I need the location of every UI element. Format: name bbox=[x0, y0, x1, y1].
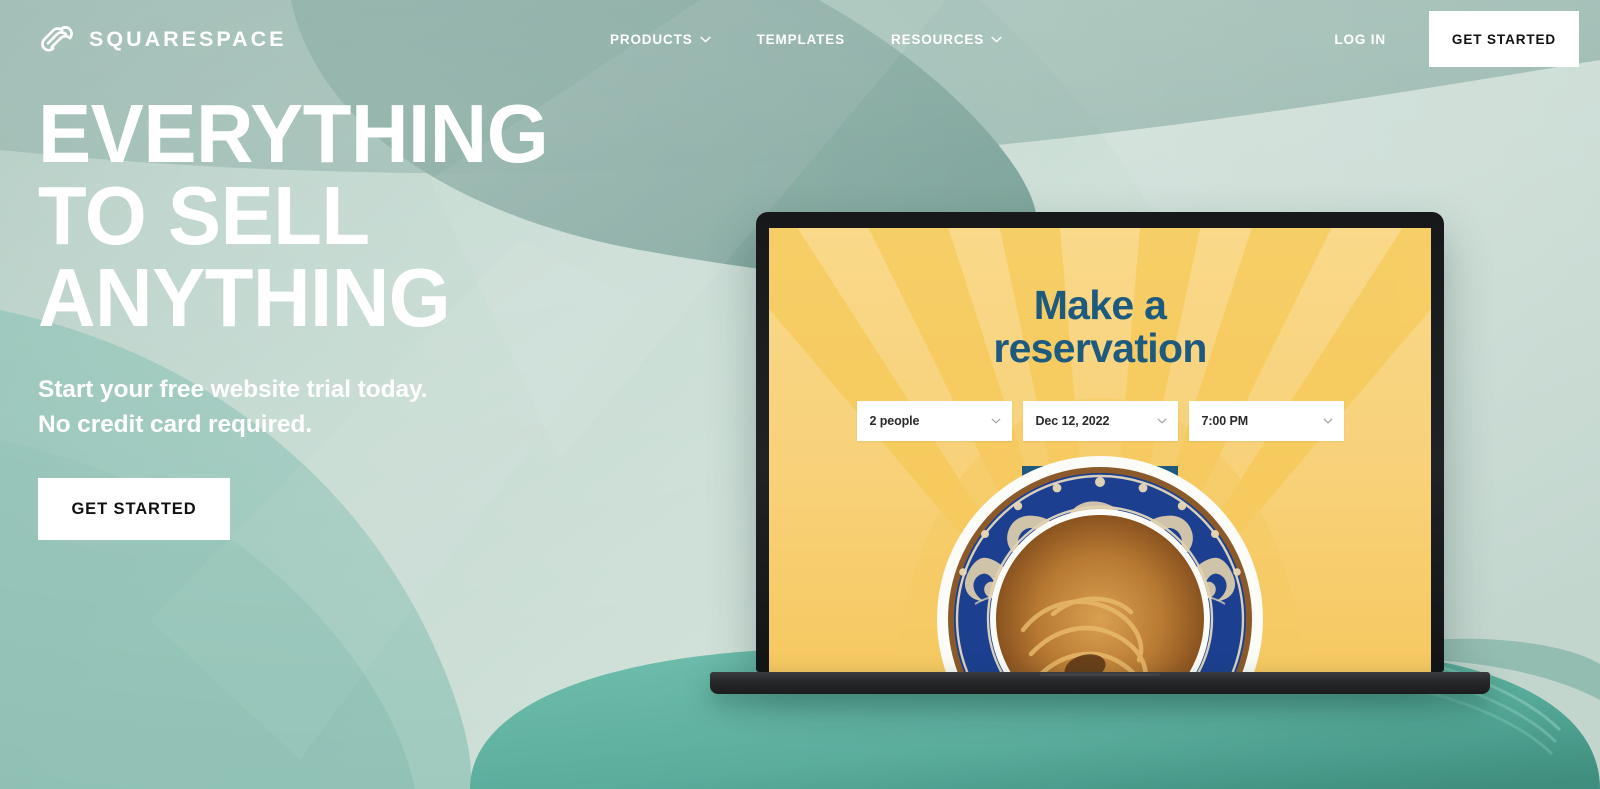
nav-item-templates[interactable]: TEMPLATES bbox=[757, 32, 845, 47]
laptop-base bbox=[710, 672, 1490, 694]
get-started-button-header[interactable]: GET STARTED bbox=[1429, 11, 1579, 67]
hero-copy: EVERYTHING TO SELL ANYTHING Start your f… bbox=[38, 87, 570, 541]
chevron-down-icon bbox=[991, 418, 1000, 424]
reservation-title: Make a reservation bbox=[993, 282, 1207, 372]
date-select[interactable]: Dec 12, 2022 bbox=[1022, 400, 1178, 441]
laptop-lid: Make a reservation 2 people Dec 12, 2022 bbox=[756, 212, 1444, 672]
brand-wordmark: SQUARESPACE bbox=[89, 27, 287, 52]
nav-item-products[interactable]: PRODUCTS bbox=[610, 32, 711, 47]
nav-label-products: PRODUCTS bbox=[610, 31, 693, 47]
header-actions: LOG IN GET STARTED bbox=[1334, 0, 1600, 78]
reservation-form: 2 people Dec 12, 2022 7:00 PM bbox=[856, 400, 1344, 441]
chevron-down-icon bbox=[991, 36, 1002, 42]
squarespace-loop-logo-icon bbox=[41, 26, 73, 52]
date-value: Dec 12, 2022 bbox=[1035, 413, 1110, 428]
login-link[interactable]: LOG IN bbox=[1334, 32, 1386, 47]
chevron-down-icon bbox=[1157, 418, 1166, 424]
hero-headline: EVERYTHING TO SELL ANYTHING bbox=[38, 87, 549, 344]
chevron-down-icon bbox=[699, 36, 711, 42]
nav-item-resources[interactable]: RESOURCES bbox=[891, 32, 1002, 47]
decorative-plate-image bbox=[937, 456, 1263, 672]
nav-label-templates: TEMPLATES bbox=[756, 31, 845, 47]
time-select[interactable]: 7:00 PM bbox=[1188, 400, 1344, 441]
chevron-down-icon bbox=[1323, 418, 1332, 424]
hero-subheadline: Start your free website trial today. No … bbox=[38, 376, 428, 439]
time-value: 7:00 PM bbox=[1201, 413, 1249, 428]
hero-section: SQUARESPACE PRODUCTS TEMPLATES RESOURCES… bbox=[0, 0, 1600, 789]
site-header: SQUARESPACE PRODUCTS TEMPLATES RESOURCES… bbox=[0, 0, 1600, 78]
laptop-screen: Make a reservation 2 people Dec 12, 2022 bbox=[769, 228, 1431, 672]
get-started-button-hero[interactable]: GET STARTED bbox=[38, 478, 230, 541]
logo[interactable]: SQUARESPACE bbox=[38, 0, 286, 78]
laptop-mockup: Make a reservation 2 people Dec 12, 2022 bbox=[710, 212, 1490, 694]
party-size-select[interactable]: 2 people bbox=[856, 400, 1012, 441]
nav-label-resources: RESOURCES bbox=[890, 31, 985, 47]
laptop-hinge-notch bbox=[1040, 673, 1160, 676]
party-size-value: 2 people bbox=[869, 413, 920, 428]
primary-nav: PRODUCTS TEMPLATES RESOURCES bbox=[610, 0, 1002, 78]
